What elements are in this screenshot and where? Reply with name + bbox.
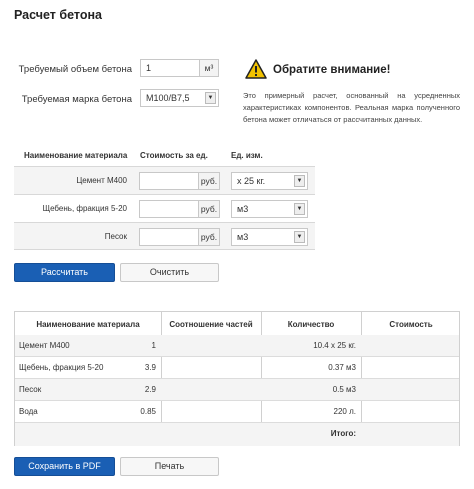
results-row: Цемент М400 1 10.4 х 25 кг. [15,335,459,357]
results-header-qty: Количество [287,320,335,329]
chevron-down-icon: ▼ [294,231,305,243]
material-unit-value: м3 [237,232,249,242]
warning-icon [245,59,267,79]
result-qty: 0.37 м3 [328,363,356,372]
results-header-ratio: Соотношение частей [169,320,253,329]
result-name: Щебень, фракция 5-20 [19,363,104,372]
grade-select-value: М100/В7,5 [146,93,190,103]
material-unit-value: м3 [237,204,249,214]
page-title: Расчет бетона [14,8,102,22]
notice-title: Обратите внимание! [273,64,391,76]
result-ratio: 1 [151,341,156,350]
material-price-input[interactable] [139,200,199,218]
chevron-down-icon: ▼ [294,203,305,215]
results-table: Наименование материала Соотношение часте… [14,311,460,446]
material-price-input[interactable] [139,172,199,190]
result-name: Песок [19,385,42,394]
materials-header-name: Наименование материала [24,151,128,160]
results-total-label: Итого: [330,429,356,438]
material-price-input[interactable] [139,228,199,246]
material-name: Цемент М400 [76,176,127,185]
material-name: Щебень, фракция 5-20 [42,204,127,213]
calculate-button[interactable]: Рассчитать [14,263,115,282]
materials-row: Цемент М400 руб. х 25 кг. ▼ [14,166,315,194]
volume-unit: м³ [199,59,219,77]
grade-select[interactable]: М100/В7,5 ▼ [140,89,219,107]
materials-row: Песок руб. м3 ▼ [14,222,315,250]
result-qty: 220 л. [333,407,356,416]
chevron-down-icon: ▼ [294,175,305,187]
volume-input[interactable]: 1 [140,59,200,77]
result-qty: 0.5 м3 [332,385,356,394]
results-row: Щебень, фракция 5-20 3.9 0.37 м3 [15,357,459,379]
results-row: Вода 0.85 220 л. [15,401,459,423]
print-button[interactable]: Печать [120,457,219,476]
material-unit-select[interactable]: м3 ▼ [231,200,308,218]
results-header-name: Наименование материала [36,320,140,329]
result-ratio: 2.9 [144,385,156,394]
result-ratio: 3.9 [144,363,156,372]
materials-row: Щебень, фракция 5-20 руб. м3 ▼ [14,194,315,222]
grade-label: Требуемая марка бетона [21,94,132,105]
material-unit-select[interactable]: х 25 кг. ▼ [231,172,308,190]
result-qty: 10.4 х 25 кг. [313,341,356,350]
save-pdf-button[interactable]: Сохранить в PDF [14,457,115,476]
currency-label: руб. [198,172,220,190]
material-name: Песок [104,232,127,241]
notice-text: Это примерный расчет, основанный на усре… [243,91,460,124]
clear-button[interactable]: Очистить [120,263,219,282]
results-row: Песок 2.9 0.5 м3 [15,379,459,401]
materials-header-price: Стоимость за ед. [140,151,208,160]
currency-label: руб. [198,228,220,246]
chevron-down-icon: ▼ [205,92,216,104]
material-unit-select[interactable]: м3 ▼ [231,228,308,246]
result-name: Цемент М400 [19,341,70,350]
result-name: Вода [19,407,38,416]
results-total-row: Итого: [15,423,459,446]
result-ratio: 0.85 [140,407,156,416]
currency-label: руб. [198,200,220,218]
volume-label: Требуемый объем бетона [18,64,132,75]
material-unit-value: х 25 кг. [237,176,266,186]
materials-header-unit: Ед. изм. [231,151,263,160]
results-header-cost: Стоимость [389,320,433,329]
